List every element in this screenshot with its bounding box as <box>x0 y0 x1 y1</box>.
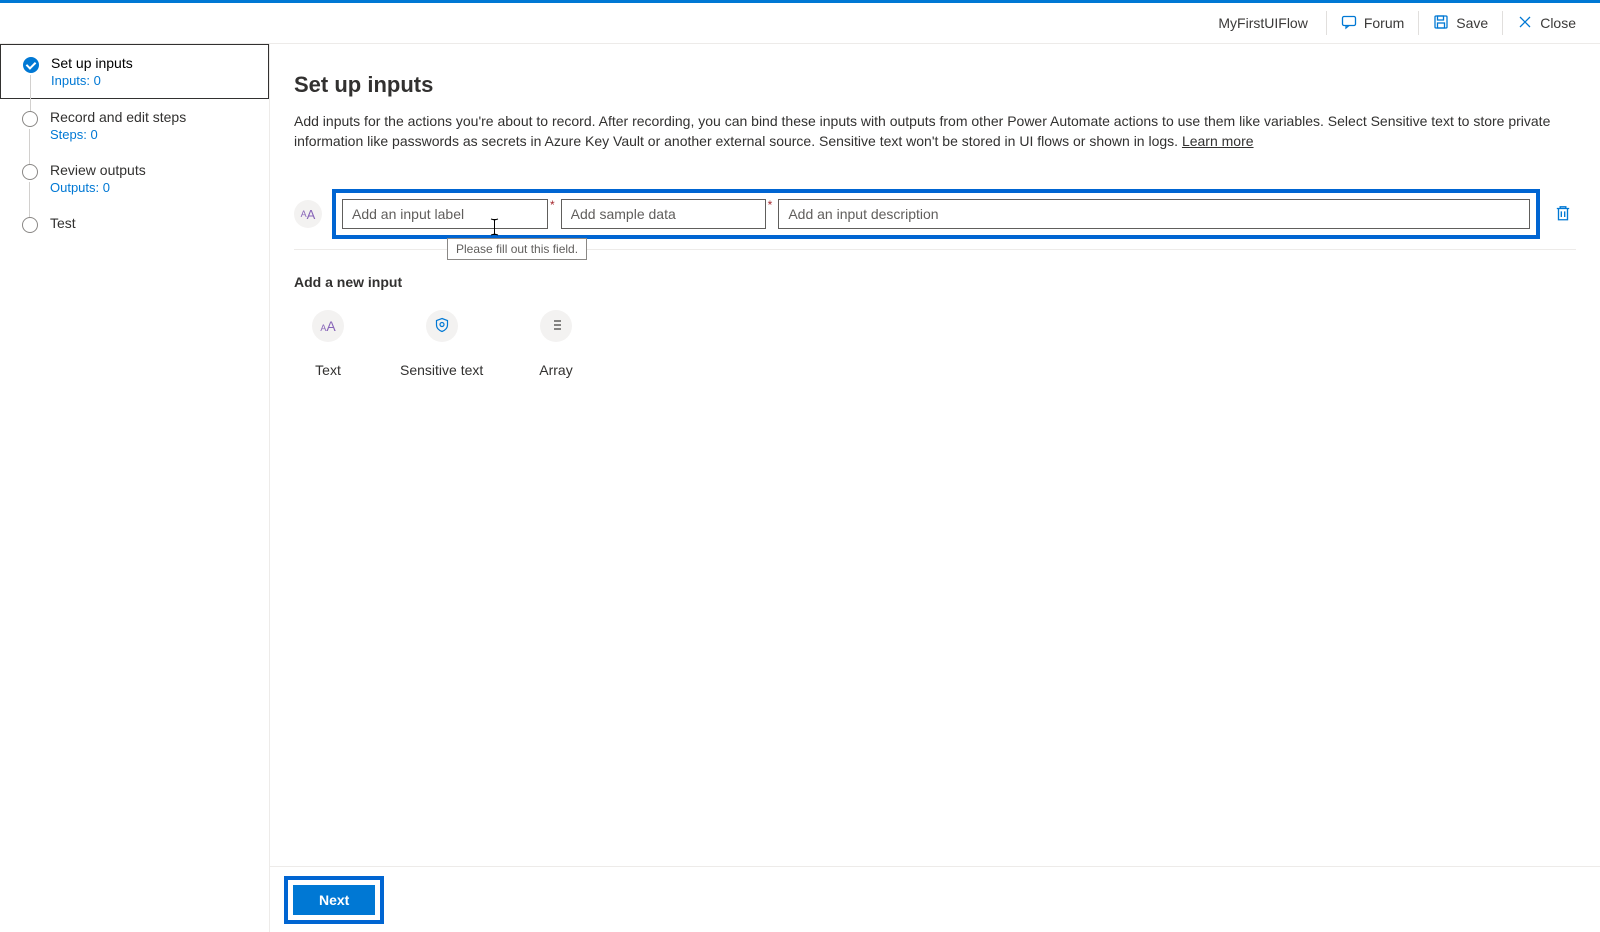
shield-icon <box>434 317 450 336</box>
intro-text: Add inputs for the actions you're about … <box>294 112 1576 151</box>
trash-icon <box>1554 210 1572 225</box>
forum-label: Forum <box>1364 15 1404 31</box>
step-title: Test <box>50 215 76 231</box>
step-circle-icon <box>22 164 38 180</box>
description-field[interactable] <box>778 199 1530 229</box>
step-check-icon <box>23 57 39 73</box>
sample-data-field[interactable] <box>561 199 766 229</box>
type-array[interactable]: Array <box>539 310 572 378</box>
save-label: Save <box>1456 15 1488 31</box>
page-title: Set up inputs <box>294 72 1576 98</box>
input-row: AA * Please fill out this field. * <box>294 189 1576 239</box>
next-button[interactable]: Next <box>293 885 375 915</box>
add-input-heading: Add a new input <box>294 274 1576 290</box>
type-sensitive[interactable]: Sensitive text <box>400 310 483 378</box>
required-asterisk: * <box>766 199 773 211</box>
step-subtitle: Outputs: 0 <box>50 180 146 195</box>
close-label: Close <box>1540 15 1576 31</box>
divider <box>1502 11 1503 35</box>
step-subtitle: Steps: 0 <box>50 127 186 142</box>
type-label: Text <box>315 362 341 378</box>
type-text[interactable]: AA Text <box>312 310 344 378</box>
highlight-frame: * Please fill out this field. * <box>332 189 1540 239</box>
wizard-step-test[interactable]: Test <box>0 205 269 243</box>
delete-input-button[interactable] <box>1550 200 1576 229</box>
step-title: Set up inputs <box>51 55 133 71</box>
step-circle-icon <box>22 111 38 127</box>
step-subtitle: Inputs: 0 <box>51 73 133 88</box>
header-bar: MyFirstUIFlow Forum Save Close <box>0 3 1600 44</box>
list-icon <box>548 317 564 336</box>
input-type-list: AA Text Sensitive text Array <box>294 310 1576 378</box>
text-type-icon: AA <box>294 200 322 228</box>
step-title: Review outputs <box>50 162 146 178</box>
validation-tooltip: Please fill out this field. <box>447 238 587 260</box>
wizard-sidebar: Set up inputs Inputs: 0 Record and edit … <box>0 44 270 932</box>
save-button[interactable]: Save <box>1423 8 1498 39</box>
step-circle-icon <box>22 217 38 233</box>
close-icon <box>1517 14 1533 33</box>
divider <box>1326 11 1327 35</box>
step-title: Record and edit steps <box>50 109 186 125</box>
learn-more-link[interactable]: Learn more <box>1182 133 1254 149</box>
flow-name: MyFirstUIFlow <box>1218 15 1321 31</box>
wizard-step-inputs[interactable]: Set up inputs Inputs: 0 <box>0 44 269 99</box>
divider <box>1418 11 1419 35</box>
save-icon <box>1433 14 1449 33</box>
highlight-frame: Next <box>284 876 384 924</box>
input-label-field[interactable] <box>342 199 548 229</box>
type-label: Array <box>539 362 572 378</box>
speech-bubble-icon <box>1341 14 1357 33</box>
close-button[interactable]: Close <box>1507 8 1586 39</box>
text-icon: AA <box>320 318 335 334</box>
main-content: Set up inputs Add inputs for the actions… <box>270 44 1600 932</box>
footer-bar: Next <box>270 866 1600 932</box>
forum-button[interactable]: Forum <box>1331 8 1414 39</box>
required-asterisk: * <box>548 199 555 211</box>
type-label: Sensitive text <box>400 362 483 378</box>
wizard-step-outputs[interactable]: Review outputs Outputs: 0 <box>0 152 269 205</box>
wizard-step-record[interactable]: Record and edit steps Steps: 0 <box>0 99 269 152</box>
